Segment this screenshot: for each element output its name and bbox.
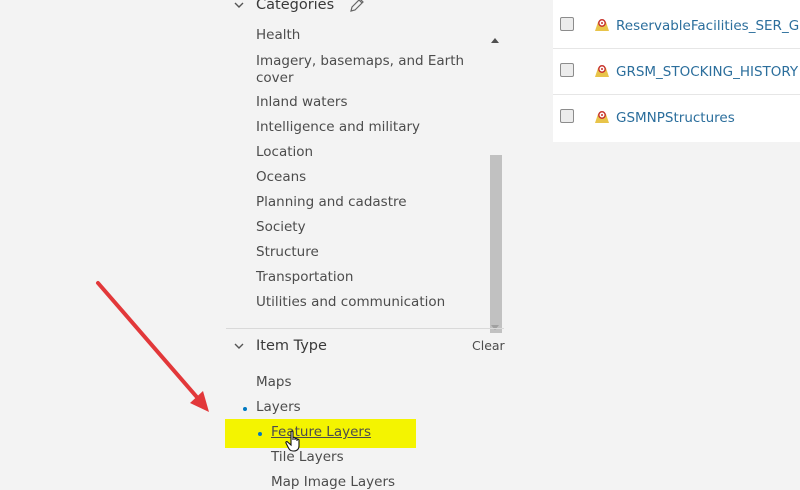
hand-cursor-icon — [285, 430, 307, 458]
chevron-down-icon[interactable] — [232, 339, 246, 353]
item-type-tile-layers[interactable]: Tile Layers — [271, 449, 344, 465]
section-divider — [226, 328, 504, 329]
category-item-structure[interactable]: Structure — [256, 244, 319, 261]
item-type-layers[interactable]: Layers — [256, 399, 301, 415]
row-checkbox[interactable] — [560, 63, 574, 77]
category-item-imagery-line2: cover — [256, 70, 294, 86]
category-item-location[interactable]: Location — [256, 144, 313, 161]
item-type-map-image-layers[interactable]: Map Image Layers — [271, 474, 395, 490]
row-title-link[interactable]: ReservableFacilities_SER_GRSM — [616, 18, 800, 34]
item-type-maps[interactable]: Maps — [256, 374, 292, 390]
category-item-transportation[interactable]: Transportation — [256, 269, 353, 286]
categories-header[interactable]: Categories — [232, 0, 366, 14]
row-title-link[interactable]: GSMNPStructures — [616, 110, 735, 126]
row-checkbox[interactable] — [560, 109, 574, 123]
feature-layers-selected-bullet — [258, 432, 262, 436]
results-list: ReservableFacilities_SER_GRSM GRSM_STOCK… — [553, 0, 800, 142]
category-item-imagery[interactable]: Imagery, basemaps, and Earth cover — [256, 53, 464, 87]
item-type-heading: Item Type — [256, 338, 327, 354]
annotation-arrow — [90, 275, 220, 424]
scroll-thumb[interactable] — [490, 155, 502, 333]
layers-selected-bullet — [243, 407, 247, 411]
category-item-inland-waters[interactable]: Inland waters — [256, 94, 347, 111]
category-item-oceans[interactable]: Oceans — [256, 169, 306, 186]
category-item-utilities[interactable]: Utilities and communication — [256, 294, 445, 311]
category-item-imagery-line1: Imagery, basemaps, and Earth — [256, 53, 465, 69]
category-item-health[interactable]: Health — [256, 27, 300, 44]
row-title-link[interactable]: GRSM_STOCKING_HISTORY — [616, 64, 798, 80]
table-row[interactable]: GRSM_STOCKING_HISTORY — [553, 48, 800, 94]
category-item-planning[interactable]: Planning and cadastre — [256, 194, 407, 211]
categories-heading: Categories — [256, 0, 335, 13]
table-row[interactable]: GSMNPStructures — [553, 94, 800, 140]
pencil-icon[interactable] — [348, 0, 366, 14]
category-item-intelligence[interactable]: Intelligence and military — [256, 119, 420, 136]
clear-button[interactable]: Clear — [472, 338, 505, 353]
scroll-down-icon[interactable] — [491, 316, 499, 335]
scroll-up-icon[interactable] — [491, 28, 499, 47]
row-checkbox[interactable] — [560, 17, 574, 31]
feature-layer-icon — [594, 63, 610, 79]
table-row[interactable]: ReservableFacilities_SER_GRSM — [553, 2, 800, 48]
feature-layer-icon — [594, 109, 610, 125]
categories-scrollbar[interactable] — [488, 22, 502, 333]
chevron-down-icon[interactable] — [232, 0, 246, 12]
category-item-society[interactable]: Society — [256, 219, 306, 236]
item-type-header[interactable]: Item Type — [232, 338, 327, 354]
feature-layer-icon — [594, 17, 610, 33]
